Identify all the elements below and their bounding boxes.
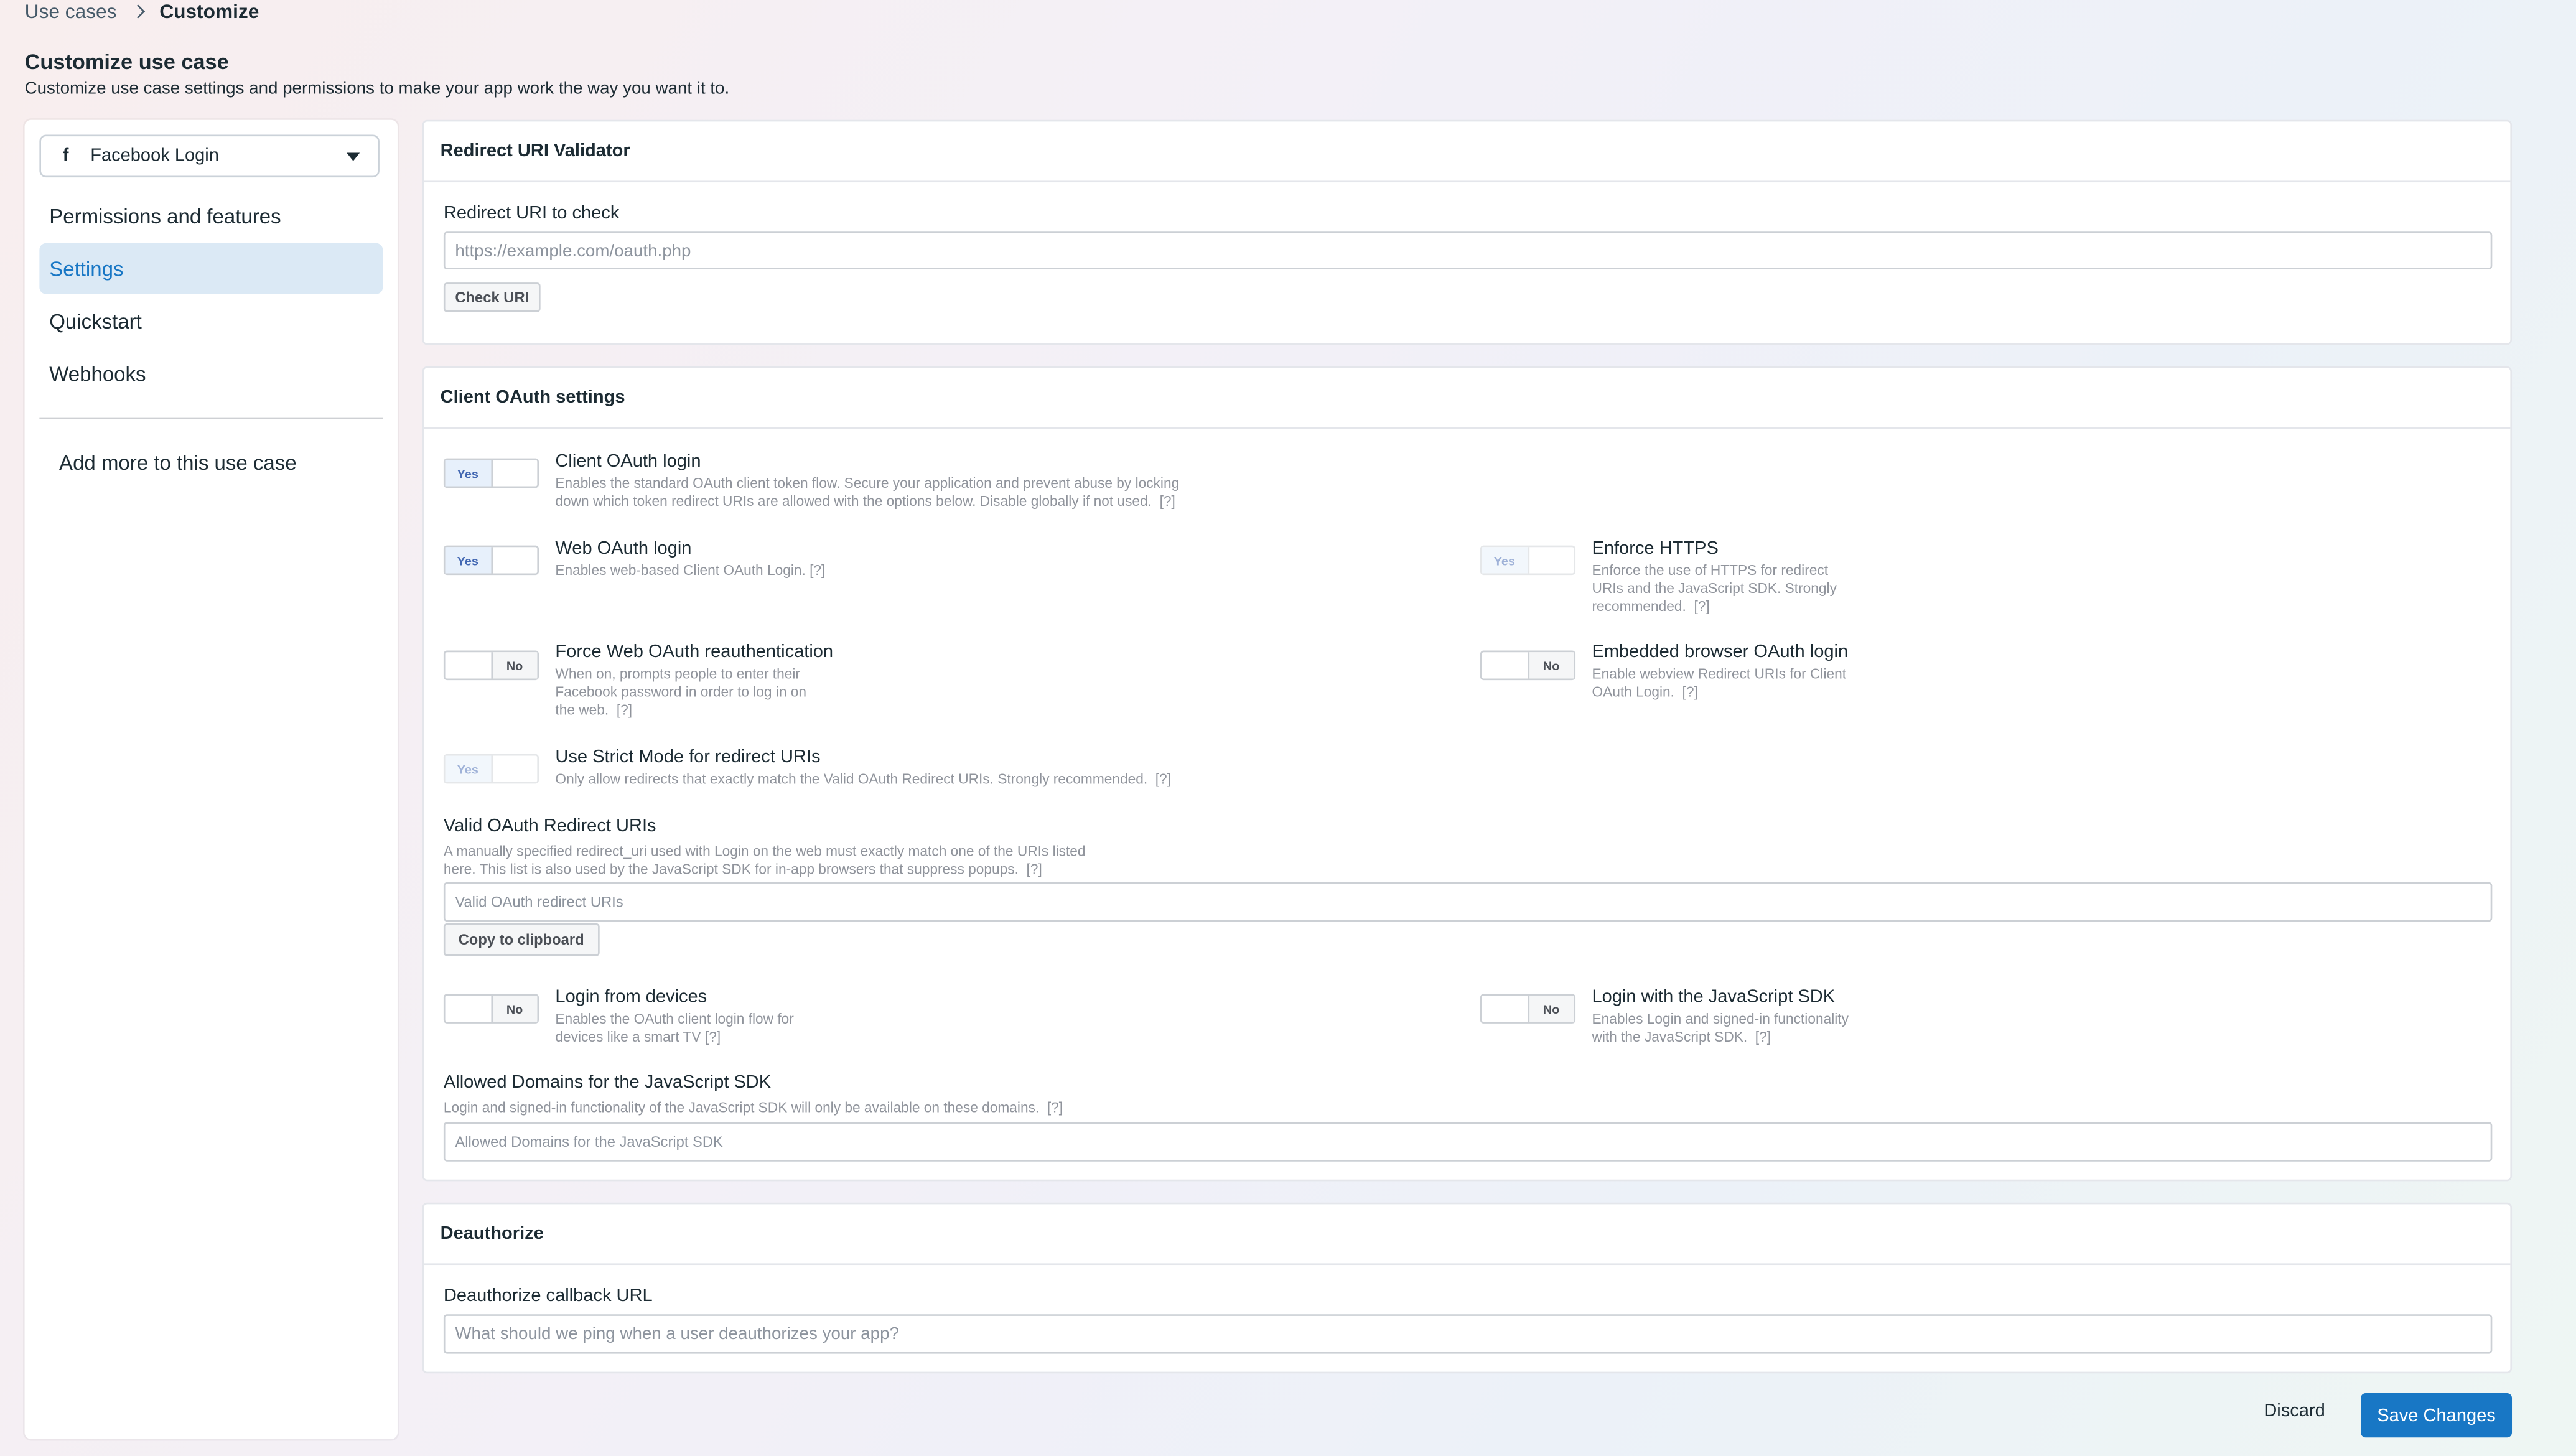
help-link[interactable]: [?] bbox=[1047, 1099, 1063, 1115]
strict-mode-toggle[interactable]: Yes bbox=[443, 754, 539, 784]
help-link[interactable]: [?] bbox=[810, 562, 825, 578]
card-header: Redirect URI Validator bbox=[424, 121, 2511, 183]
sidebar-item-settings[interactable]: Settings bbox=[39, 243, 383, 294]
login-js-sdk-title: Login with the JavaScript SDK bbox=[1592, 987, 1836, 1007]
sidebar-item-webhooks[interactable]: Webhooks bbox=[39, 348, 383, 399]
web-oauth-login-toggle[interactable]: Yes bbox=[443, 545, 539, 576]
caret-down-icon bbox=[347, 152, 360, 161]
check-uri-button[interactable]: Check URI bbox=[443, 282, 541, 312]
embedded-browser-title: Embedded browser OAuth login bbox=[1592, 642, 1849, 663]
add-more-link[interactable]: Add more to this use case bbox=[59, 452, 297, 475]
toggle-no: No bbox=[1527, 996, 1574, 1022]
valid-uris-desc-2: here. This list is also used by the Java… bbox=[443, 861, 1019, 877]
help-link[interactable]: [?] bbox=[1694, 598, 1709, 614]
sidebar-divider bbox=[39, 417, 383, 419]
valid-uris-input[interactable] bbox=[443, 882, 2493, 922]
force-reauth-desc-2: Facebook password in order to log in on bbox=[555, 683, 807, 700]
web-oauth-login-title: Web OAuth login bbox=[555, 539, 692, 559]
discard-button[interactable]: Discard bbox=[2254, 1400, 2335, 1423]
root: Use cases Customize Customize use case C… bbox=[0, 0, 2576, 1455]
help-link[interactable]: [?] bbox=[1160, 493, 1175, 509]
login-devices-toggle[interactable]: No bbox=[443, 994, 539, 1024]
redirect-uri-label: Redirect URI to check bbox=[443, 203, 620, 224]
valid-uris-label: Valid OAuth Redirect URIs bbox=[443, 816, 656, 836]
enforce-https-desc-1: Enforce the use of HTTPS for redirect bbox=[1592, 561, 1829, 579]
toggle-no: No bbox=[490, 652, 538, 679]
toggle-no: No bbox=[1527, 652, 1574, 679]
force-reauth-title: Force Web OAuth reauthentication bbox=[555, 642, 834, 663]
force-reauth-toggle[interactable]: No bbox=[443, 650, 539, 681]
client-oauth-login-title: Client OAuth login bbox=[555, 452, 701, 472]
sidebar-item-permissions[interactable]: Permissions and features bbox=[39, 190, 383, 241]
toggle-yes: Yes bbox=[445, 460, 492, 487]
help-link[interactable]: [?] bbox=[1755, 1029, 1771, 1045]
help-link[interactable]: [?] bbox=[705, 1029, 721, 1045]
help-link[interactable]: [?] bbox=[1155, 770, 1171, 786]
save-changes-button[interactable]: Save Changes bbox=[2361, 1393, 2513, 1438]
usecase-dropdown-label: Facebook Login bbox=[90, 146, 219, 166]
embedded-browser-toggle[interactable]: No bbox=[1480, 650, 1576, 681]
toggle-yes: Yes bbox=[445, 755, 492, 782]
force-reauth-desc-1: When on, prompts people to enter their bbox=[555, 665, 800, 682]
toggle-yes: Yes bbox=[445, 547, 492, 574]
page-subtitle: Customize use case settings and permissi… bbox=[24, 78, 730, 99]
allowed-domains-label: Allowed Domains for the JavaScript SDK bbox=[443, 1073, 772, 1093]
enforce-https-desc-3: recommended. bbox=[1592, 598, 1686, 615]
login-js-sdk-toggle[interactable]: No bbox=[1480, 994, 1576, 1024]
toggle-yes: Yes bbox=[1482, 547, 1529, 574]
card-header: Client OAuth settings bbox=[424, 368, 2511, 429]
deauthorize-url-input[interactable] bbox=[443, 1314, 2493, 1354]
copy-to-clipboard-button[interactable]: Copy to clipboard bbox=[443, 923, 599, 956]
allowed-domains-input[interactable] bbox=[443, 1122, 2493, 1162]
login-devices-desc-1: Enables the OAuth client login flow for bbox=[555, 1010, 794, 1027]
login-js-sdk-desc-2: with the JavaScript SDK. bbox=[1592, 1028, 1748, 1045]
breadcrumb-use-cases[interactable]: Use cases bbox=[25, 0, 117, 23]
login-devices-title: Login from devices bbox=[555, 987, 707, 1007]
redirect-validator-card: Redirect URI Validator Redirect URI to c… bbox=[422, 119, 2513, 345]
breadcrumb-current: Customize bbox=[159, 0, 259, 23]
client-oauth-login-desc-1: Enables the standard OAuth client token … bbox=[555, 475, 1180, 492]
embedded-browser-desc-2: OAuth Login. bbox=[1592, 683, 1674, 700]
enforce-https-toggle[interactable]: Yes bbox=[1480, 545, 1576, 576]
force-reauth-desc-3: the web. bbox=[555, 701, 609, 718]
enforce-https-title: Enforce HTTPS bbox=[1592, 539, 1719, 559]
strict-mode-desc: Only allow redirects that exactly match … bbox=[555, 770, 1148, 787]
page-title: Customize use case bbox=[24, 49, 229, 74]
redirect-uri-input[interactable] bbox=[443, 231, 2493, 270]
deauthorize-url-label: Deauthorize callback URL bbox=[443, 1286, 653, 1307]
facebook-icon: f bbox=[62, 146, 69, 166]
usecase-dropdown[interactable]: f Facebook Login bbox=[39, 134, 380, 178]
embedded-browser-desc-1: Enable webview Redirect URIs for Client bbox=[1592, 665, 1847, 682]
client-oauth-login-toggle[interactable]: Yes bbox=[443, 458, 539, 488]
card-header: Deauthorize bbox=[424, 1204, 2511, 1266]
help-link[interactable]: [?] bbox=[1027, 861, 1042, 877]
chevron-right-icon bbox=[131, 4, 146, 19]
help-link[interactable]: [?] bbox=[617, 701, 632, 717]
client-oauth-login-desc-2: down which token redirect URIs are allow… bbox=[555, 493, 1152, 510]
login-js-sdk-desc-1: Enables Login and signed-in functionalit… bbox=[1592, 1010, 1849, 1027]
help-link[interactable]: [?] bbox=[1682, 683, 1698, 699]
toggle-no: No bbox=[490, 996, 538, 1022]
deauthorize-card: Deauthorize Deauthorize callback URL bbox=[422, 1202, 2513, 1374]
allowed-domains-desc: Login and signed-in functionality of the… bbox=[443, 1099, 1040, 1116]
sidebar-item-quickstart[interactable]: Quickstart bbox=[39, 296, 383, 347]
login-devices-desc-2: devices like a smart TV bbox=[555, 1028, 701, 1045]
web-oauth-login-desc: Enables web-based Client OAuth Login. bbox=[555, 561, 806, 579]
strict-mode-title: Use Strict Mode for redirect URIs bbox=[555, 747, 821, 768]
breadcrumb: Use cases Customize bbox=[25, 0, 259, 23]
valid-uris-desc-1: A manually specified redirect_uri used w… bbox=[443, 842, 1086, 859]
client-oauth-card: Client OAuth settings Yes Client OAuth l… bbox=[422, 366, 2513, 1182]
sidebar: f Facebook Login Permissions and feature… bbox=[24, 119, 398, 1439]
enforce-https-desc-2: URIs and the JavaScript SDK. Strongly bbox=[1592, 580, 1837, 597]
